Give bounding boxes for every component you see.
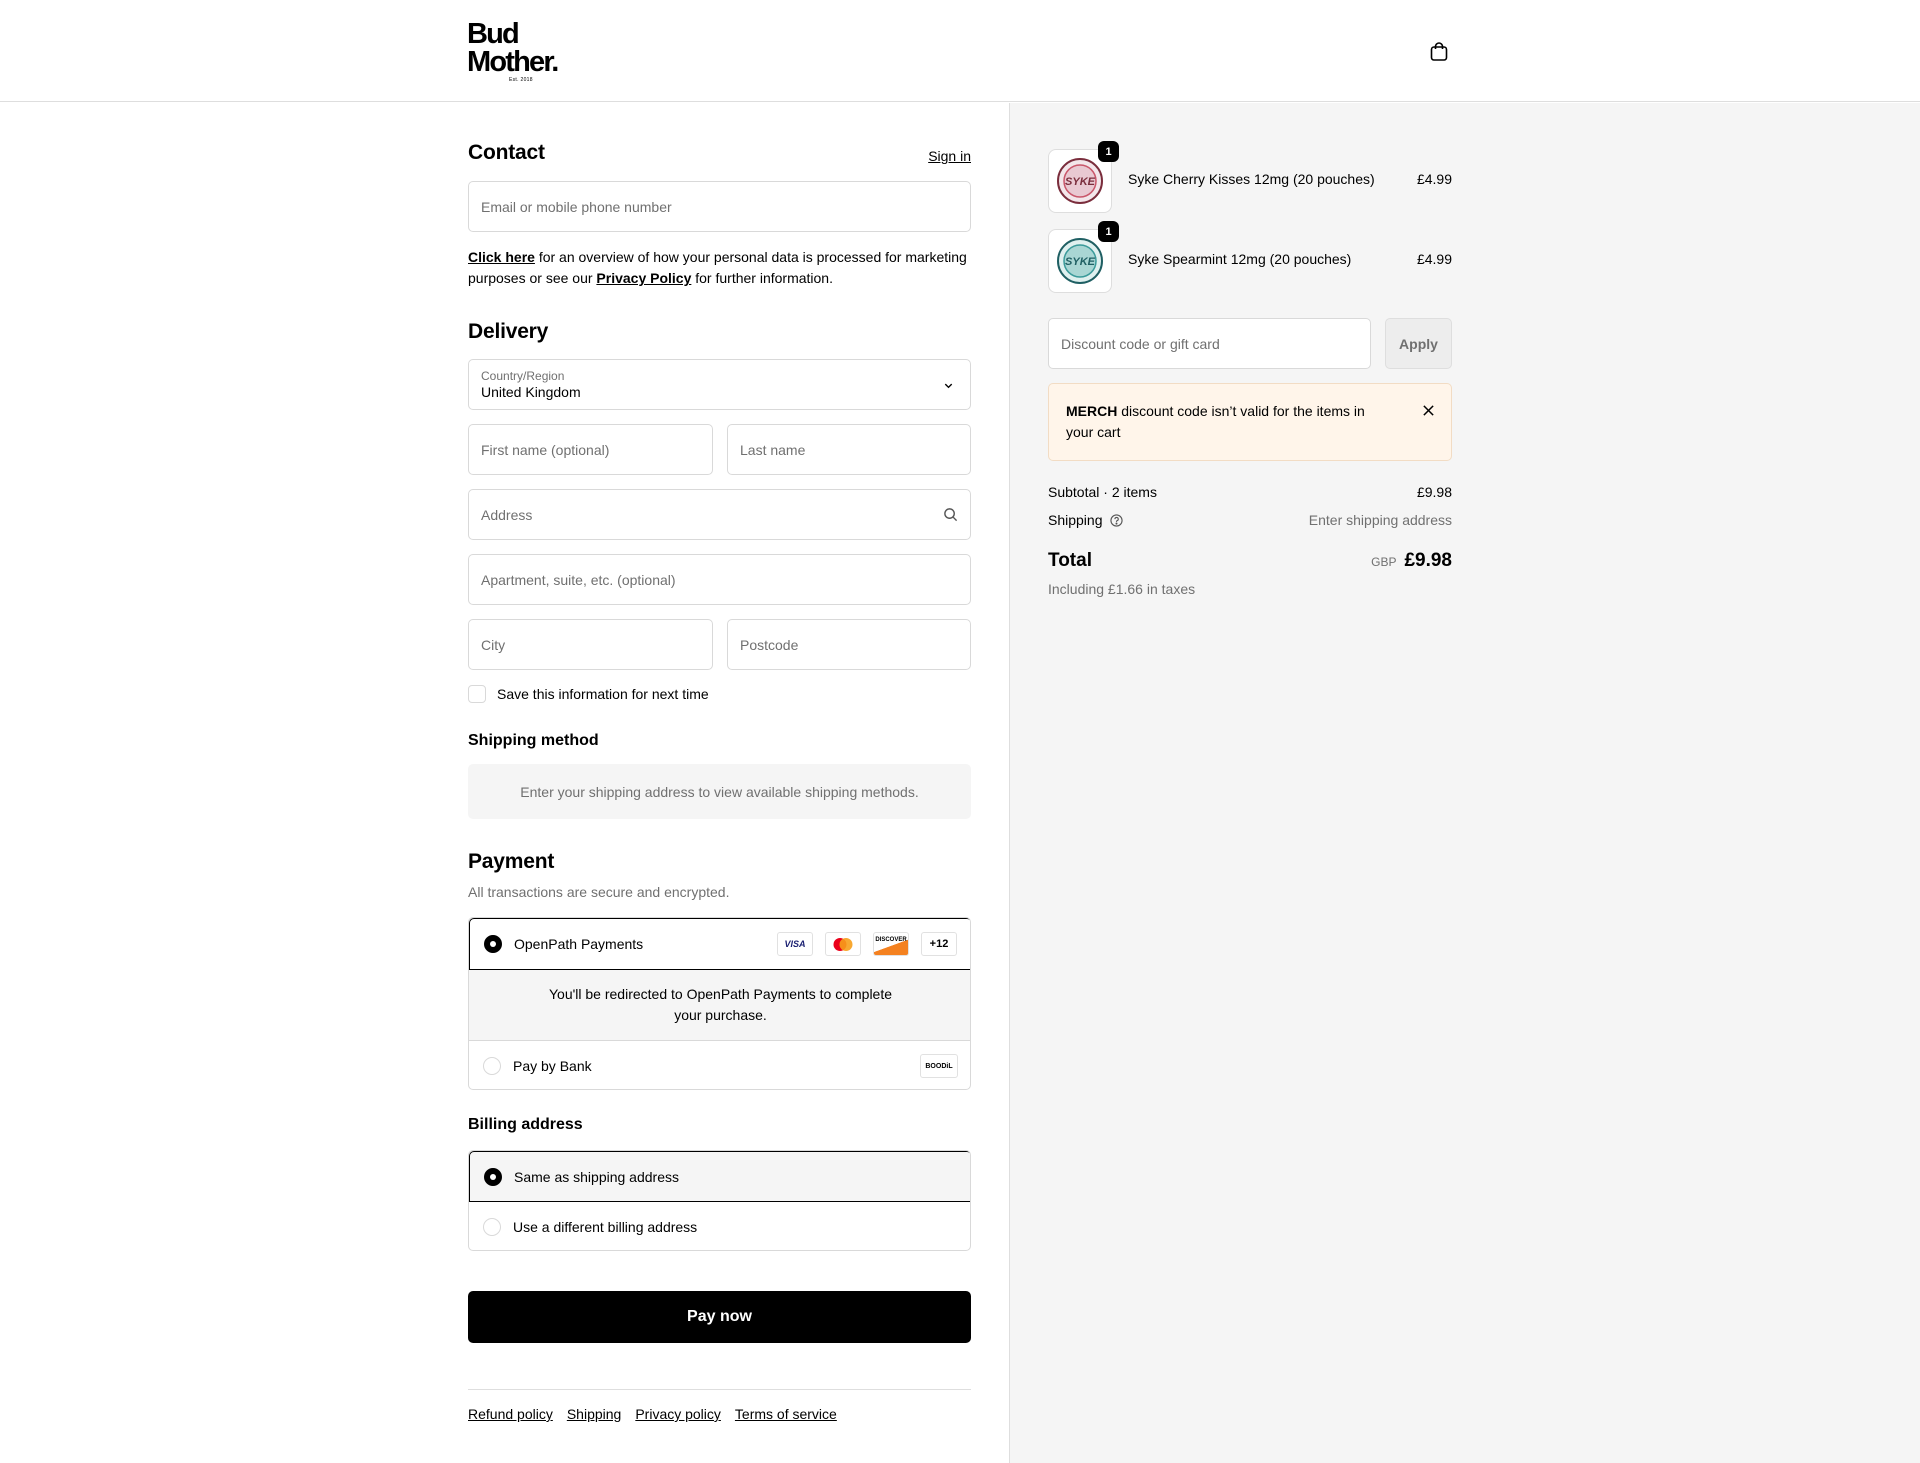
different-address-radio[interactable] <box>483 1218 501 1236</box>
total-amount: GBP £9.98 <box>1371 550 1452 572</box>
chevron-down-icon <box>944 383 953 389</box>
footer-divider <box>468 1389 971 1390</box>
product-image-cherry: SYKE <box>1057 158 1103 204</box>
discount-error-code: MERCH <box>1066 403 1118 419</box>
site-header: Bud Mother. Est. 2018 <box>0 0 1920 102</box>
last-name-field[interactable]: Last name <box>727 424 971 475</box>
save-info-checkbox[interactable] <box>468 685 486 703</box>
email-field[interactable]: Email or mobile phone number <box>468 181 971 232</box>
redirect-notice: You'll be redirected to OpenPath Payment… <box>469 970 970 1041</box>
delivery-heading: Delivery <box>468 320 549 343</box>
pay-by-bank-option[interactable]: Pay by Bank BOODiL <box>469 1041 970 1089</box>
same-address-radio[interactable] <box>484 1167 502 1186</box>
discover-icon: DISCOVER <box>873 932 909 956</box>
same-address-label: Same as shipping address <box>514 1168 679 1185</box>
quantity-badge: 1 <box>1098 221 1119 242</box>
save-info-row[interactable]: Save this information for next time <box>468 685 709 703</box>
product-price: £4.99 <box>1416 251 1452 267</box>
first-name-field[interactable]: First name (optional) <box>468 424 713 475</box>
city-field[interactable]: City <box>468 619 713 670</box>
mastercard-icon <box>825 932 861 956</box>
more-cards-badge: +12 <box>921 932 957 956</box>
product-image-spearmint: SYKE <box>1057 238 1103 284</box>
privacy-policy-footer-link[interactable]: Privacy policy <box>635 1406 721 1422</box>
product-name: Syke Spearmint 12mg (20 pouches) <box>1128 251 1352 267</box>
save-info-label: Save this information for next time <box>497 686 709 702</box>
payment-heading: Payment <box>468 850 555 873</box>
product-image-text: SYKE <box>1065 256 1096 268</box>
search-icon <box>944 508 958 522</box>
refund-policy-link[interactable]: Refund policy <box>468 1406 553 1422</box>
product-image-text: SYKE <box>1065 176 1096 188</box>
privacy-policy-link[interactable]: Privacy Policy <box>596 270 691 286</box>
shipping-policy-link[interactable]: Shipping <box>567 1406 622 1422</box>
terms-of-service-link[interactable]: Terms of service <box>735 1406 837 1422</box>
discount-error-banner: MERCH discount code isn’t valid for the … <box>1048 383 1452 461</box>
shipping-method-heading: Shipping method <box>468 732 599 749</box>
shopping-bag-icon <box>1430 41 1448 61</box>
apply-button[interactable]: Apply <box>1385 318 1452 369</box>
visa-icon: VISA <box>777 932 813 956</box>
openpath-option[interactable]: OpenPath Payments VISA DISCOVER +12 <box>469 918 970 970</box>
product-thumbnail: SYKE 1 <box>1048 141 1119 213</box>
same-address-option[interactable]: Same as shipping address <box>469 1151 970 1202</box>
cart-button[interactable] <box>1426 38 1452 64</box>
openpath-label: OpenPath Payments <box>514 936 644 952</box>
quantity-badge: 1 <box>1098 141 1119 162</box>
order-summary: SYKE 1 Syke Cherry Kisses 12mg (20 pouch… <box>1048 103 1452 703</box>
product-price: £4.99 <box>1416 171 1452 187</box>
openpath-radio[interactable] <box>484 935 502 953</box>
postcode-field[interactable]: Postcode <box>727 619 971 670</box>
bud-mother-logo[interactable]: Bud Mother. Est. 2018 <box>467 20 577 84</box>
different-address-option[interactable]: Use a different billing address <box>469 1202 970 1250</box>
shipping-row: Shipping <box>1048 512 1123 528</box>
footer-links: Refund policy Shipping Privacy policy Te… <box>468 1406 837 1422</box>
billing-heading: Billing address <box>468 1116 583 1133</box>
product-name: Syke Cherry Kisses 12mg (20 pouches) <box>1128 171 1375 187</box>
privacy-notice: Click here for an overview of how your p… <box>468 249 967 286</box>
currency-code: GBP <box>1371 555 1397 569</box>
country-select[interactable]: Country/Region United Kingdom <box>468 359 971 410</box>
help-circle-icon[interactable] <box>1109 513 1123 527</box>
sign-in-link[interactable]: Sign in <box>928 148 971 164</box>
address-field[interactable]: Address <box>468 489 971 540</box>
click-here-link[interactable]: Click here <box>468 249 535 265</box>
total-label: Total <box>1048 550 1092 571</box>
shipping-value: Enter shipping address <box>1308 512 1452 528</box>
product-thumbnail: SYKE 1 <box>1048 221 1119 293</box>
boodil-logo: BOODiL <box>920 1054 958 1078</box>
shipping-method-notice: Enter your shipping address to view avai… <box>468 764 971 819</box>
total-value: £9.98 <box>1404 550 1452 571</box>
close-icon[interactable] <box>1422 404 1435 417</box>
payment-subtitle: All transactions are secure and encrypte… <box>468 884 730 900</box>
subtotal-label: Subtotal · 2 items <box>1048 484 1157 500</box>
pay-now-button[interactable]: Pay now <box>468 1291 971 1343</box>
billing-options: Same as shipping address Use a different… <box>468 1150 971 1251</box>
discount-code-field[interactable]: Discount code or gift card <box>1048 318 1371 369</box>
contact-heading: Contact <box>468 141 545 164</box>
payment-options: OpenPath Payments VISA DISCOVER +12 You'… <box>468 917 971 1090</box>
subtotal-value: £9.98 <box>1416 484 1452 500</box>
apartment-field[interactable]: Apartment, suite, etc. (optional) <box>468 554 971 605</box>
pay-by-bank-label: Pay by Bank <box>513 1058 592 1074</box>
different-address-label: Use a different billing address <box>513 1219 698 1235</box>
pay-by-bank-radio[interactable] <box>483 1057 501 1075</box>
shipping-label: Shipping <box>1048 512 1103 528</box>
tax-note: Including £1.66 in taxes <box>1048 581 1196 597</box>
